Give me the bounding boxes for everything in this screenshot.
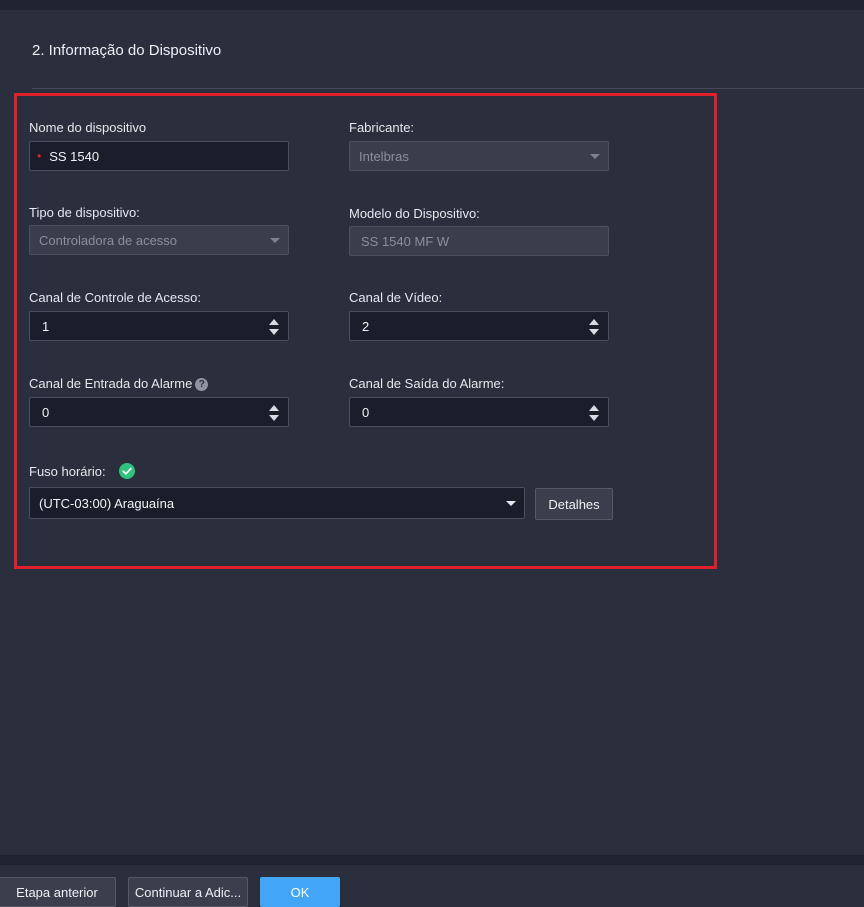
device-type-value: Controladora de acesso bbox=[39, 232, 178, 248]
alarm-in-label: Canal de Entrada do Alarme bbox=[29, 376, 193, 391]
device-type-select: Controladora de acesso bbox=[29, 225, 289, 255]
device-model-input: SS 1540 MF W bbox=[349, 226, 609, 256]
chevron-down-icon bbox=[270, 238, 280, 243]
section-title: 2. Informação do Dispositivo bbox=[32, 42, 222, 59]
timezone-label: Fuso horário: bbox=[29, 464, 106, 479]
manufacturer-value: Intelbras bbox=[359, 148, 409, 164]
stepper-arrows-icon[interactable] bbox=[269, 319, 279, 335]
required-indicator: • bbox=[37, 149, 42, 163]
manufacturer-select: Intelbras bbox=[349, 141, 609, 171]
ok-button[interactable]: OK bbox=[260, 877, 340, 907]
device-name-value: SS 1540 bbox=[49, 148, 100, 164]
timezone-select[interactable]: (UTC-03:00) Araguaína bbox=[29, 487, 525, 519]
stepper-arrows-icon[interactable] bbox=[589, 319, 599, 335]
alarm-out-value: 0 bbox=[362, 404, 370, 420]
previous-step-button[interactable]: Etapa anterior bbox=[0, 877, 116, 907]
chevron-down-icon bbox=[506, 501, 516, 506]
device-type-label: Tipo de dispositivo: bbox=[29, 205, 140, 220]
manufacturer-label: Fabricante: bbox=[349, 120, 415, 135]
alarm-in-value: 0 bbox=[42, 404, 50, 420]
access-channel-stepper[interactable]: 1 bbox=[29, 311, 289, 341]
question-circle-icon[interactable]: ? bbox=[195, 378, 209, 391]
access-channel-label: Canal de Controle de Acesso: bbox=[29, 290, 201, 305]
video-channel-label: Canal de Vídeo: bbox=[349, 290, 443, 305]
alarm-out-label: Canal de Saída do Alarme: bbox=[349, 376, 505, 391]
device-model-value: SS 1540 MF W bbox=[361, 233, 450, 249]
access-channel-value: 1 bbox=[42, 318, 50, 334]
alarm-in-stepper[interactable]: 0 bbox=[29, 397, 289, 427]
alarm-in-label-row: Canal de Entrada do Alarme? bbox=[29, 376, 209, 391]
stepper-arrows-icon[interactable] bbox=[269, 405, 279, 421]
device-name-label: Nome do dispositivo bbox=[29, 120, 147, 135]
stepper-arrows-icon[interactable] bbox=[589, 405, 599, 421]
chevron-down-icon bbox=[590, 154, 600, 159]
check-circle-icon bbox=[119, 463, 135, 479]
top-bar bbox=[0, 0, 864, 10]
video-channel-value: 2 bbox=[362, 318, 370, 334]
footer-divider bbox=[0, 855, 864, 865]
device-model-label: Modelo do Dispositivo: bbox=[349, 206, 480, 221]
section-divider bbox=[32, 88, 864, 89]
video-channel-stepper[interactable]: 2 bbox=[349, 311, 609, 341]
alarm-out-stepper[interactable]: 0 bbox=[349, 397, 609, 427]
details-button[interactable]: Detalhes bbox=[535, 488, 613, 520]
timezone-value: (UTC-03:00) Araguaína bbox=[39, 495, 175, 511]
device-name-input[interactable]: • SS 1540 bbox=[29, 141, 289, 171]
continue-adding-button[interactable]: Continuar a Adic... bbox=[128, 877, 248, 907]
